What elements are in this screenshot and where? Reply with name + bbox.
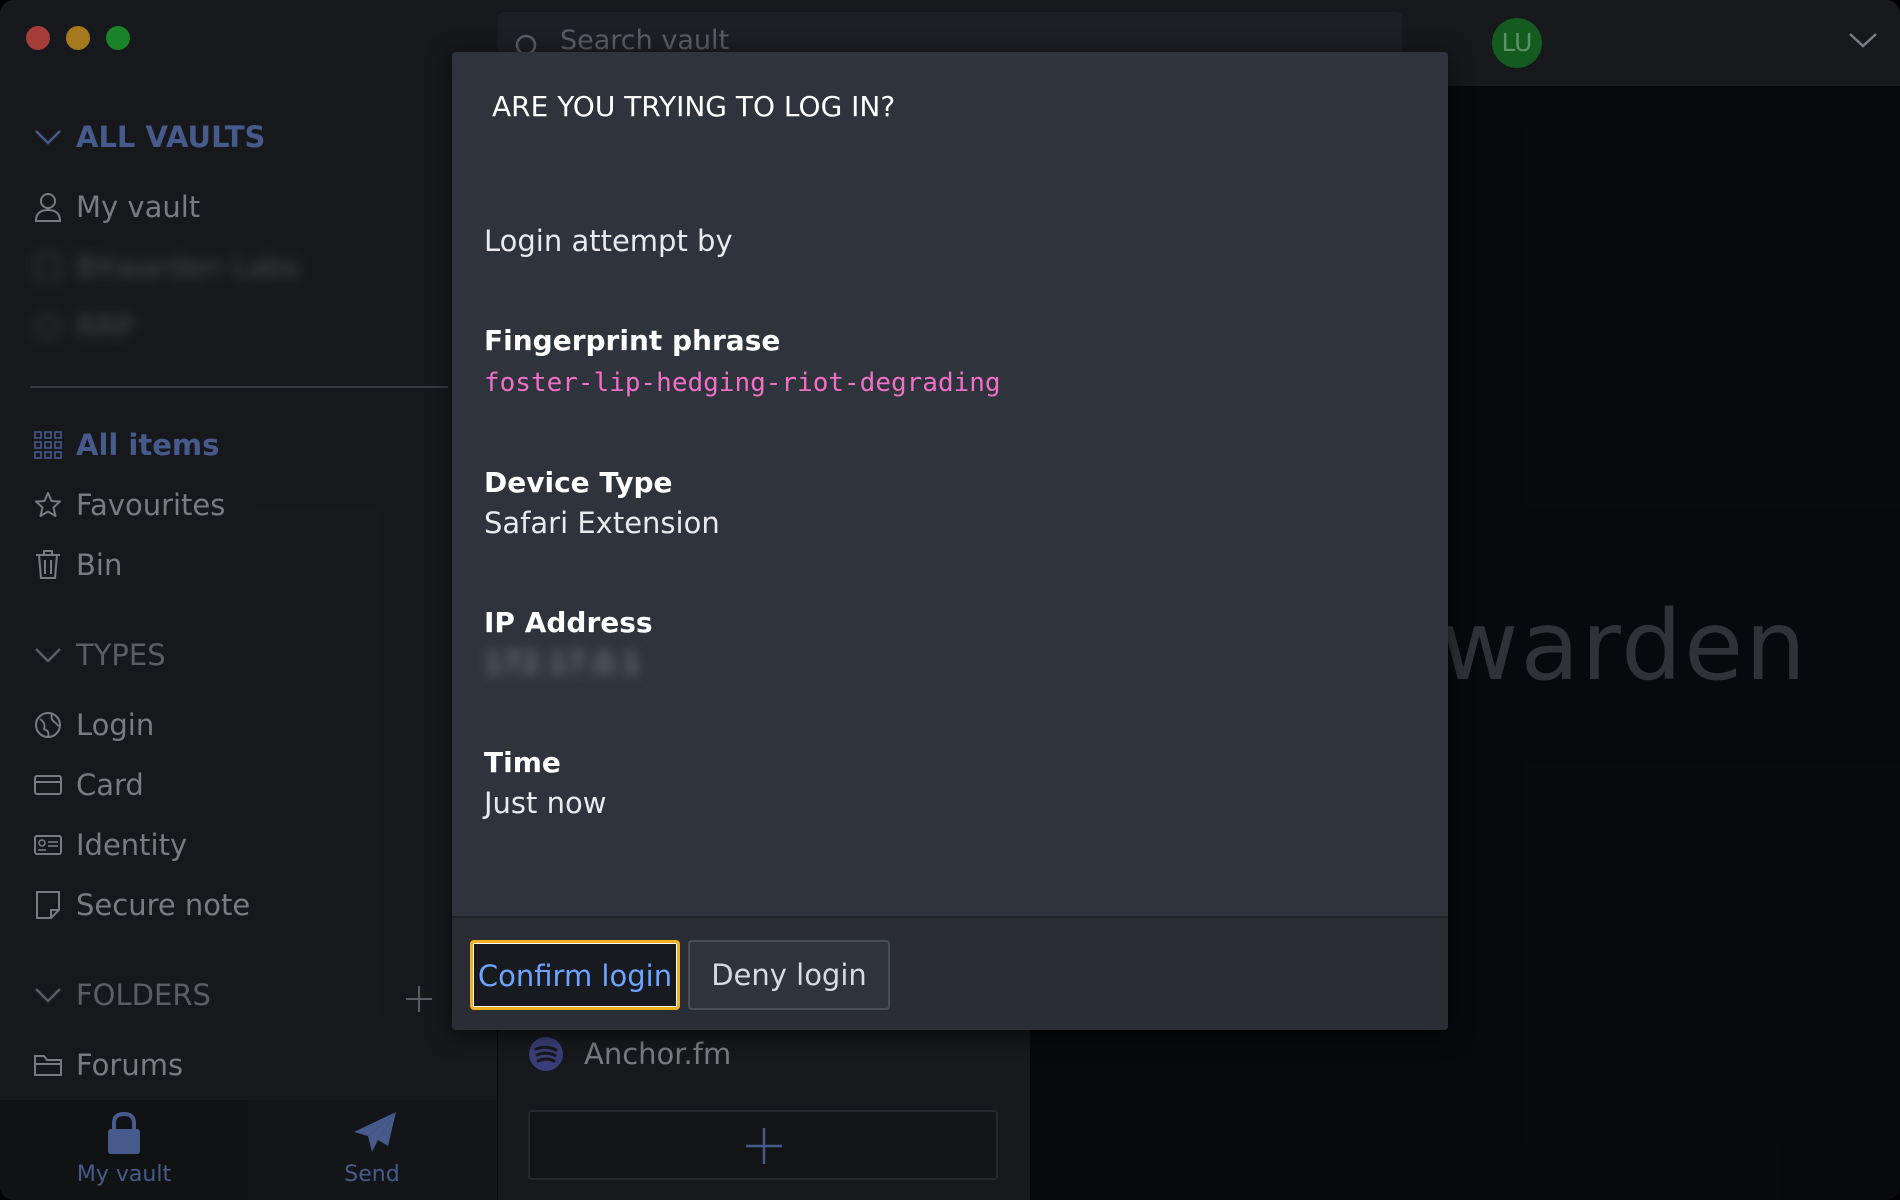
confirm-login-button[interactable]: Confirm login bbox=[470, 940, 680, 1010]
deny-login-button[interactable]: Deny login bbox=[688, 940, 890, 1010]
app-window: Search vault LU ALL VAULTS My vault Bitw… bbox=[0, 0, 1900, 1200]
device-type-label: Device Type bbox=[484, 466, 673, 499]
time-value: Just now bbox=[484, 786, 607, 820]
ip-address-value: 172.17.0.1 bbox=[484, 646, 641, 680]
dialog-footer: Confirm login Deny login bbox=[452, 916, 1448, 1030]
login-attempt-text: Login attempt by bbox=[484, 224, 733, 258]
fingerprint-value: foster-lip-hedging-riot-degrading bbox=[484, 368, 1001, 398]
fingerprint-label: Fingerprint phrase bbox=[484, 324, 781, 357]
ip-address-label: IP Address bbox=[484, 606, 653, 639]
login-approval-dialog: ARE YOU TRYING TO LOG IN? Login attempt … bbox=[452, 52, 1448, 1030]
device-type-value: Safari Extension bbox=[484, 506, 720, 540]
dialog-title: ARE YOU TRYING TO LOG IN? bbox=[492, 90, 896, 123]
time-label: Time bbox=[484, 746, 561, 779]
